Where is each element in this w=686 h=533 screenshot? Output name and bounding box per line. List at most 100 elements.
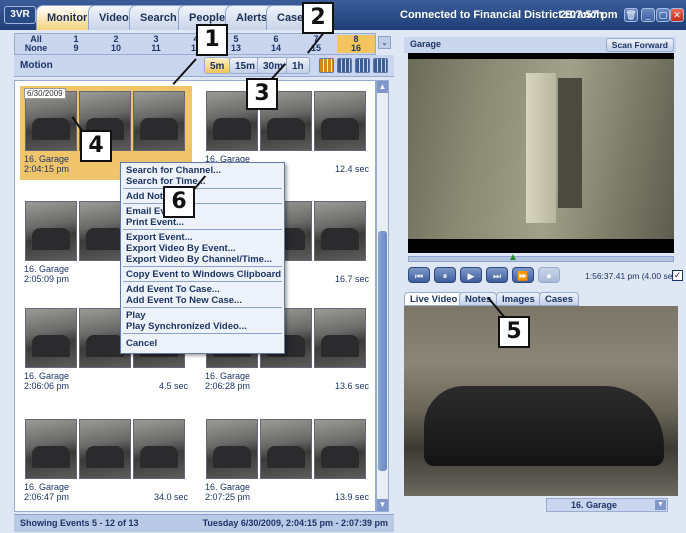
event-thumbnail bbox=[79, 419, 131, 479]
event-thumbnail bbox=[25, 91, 77, 151]
event-channel: 16. Garage bbox=[24, 154, 70, 164]
playback-timeline[interactable] bbox=[408, 256, 674, 262]
live-camera-selector[interactable]: 16. Garage ▼ bbox=[546, 498, 668, 512]
live-button[interactable]: ⏺ bbox=[538, 267, 560, 283]
event-card[interactable]: 16. Garage 2:06:47 pm 34.0 sec bbox=[20, 414, 192, 508]
event-channel: 16. Garage bbox=[24, 482, 70, 492]
live-video-car bbox=[424, 386, 664, 466]
chevron-down-icon[interactable]: ▼ bbox=[655, 500, 666, 510]
close-button[interactable]: ✕ bbox=[670, 8, 684, 22]
live-video[interactable] bbox=[404, 306, 678, 496]
channel-bottom-label: 9 bbox=[73, 43, 79, 53]
channel-bottom-label: None bbox=[24, 43, 48, 53]
motion-label: Motion bbox=[20, 60, 53, 71]
timeline-marker-icon[interactable]: ▲ bbox=[508, 252, 518, 263]
event-thumbnail bbox=[133, 91, 185, 151]
menu-separator bbox=[123, 266, 282, 267]
event-time: 2:06:06 pm bbox=[24, 381, 70, 391]
playback-time: 1:56:37.41 pm (4.00 sec) bbox=[585, 271, 680, 281]
event-count: Showing Events 5 - 12 of 13 bbox=[20, 518, 139, 528]
tab-cases-right[interactable]: Cases bbox=[539, 292, 579, 306]
menu-print-event[interactable]: Print Event... bbox=[126, 217, 184, 228]
event-thumbnail bbox=[206, 419, 258, 479]
channel-bottom-label: 10 bbox=[110, 43, 121, 53]
menu-cancel[interactable]: Cancel bbox=[126, 338, 157, 349]
event-card[interactable]: 16. Garage 2:07:25 pm 13.9 sec bbox=[201, 414, 373, 508]
callout-2: 2 bbox=[302, 2, 334, 34]
chevron-down-icon[interactable]: ▼ bbox=[377, 499, 388, 511]
menu-separator bbox=[123, 333, 282, 334]
garage-pillar bbox=[526, 73, 556, 223]
play-button[interactable]: ▶ bbox=[460, 267, 482, 283]
duration-5m-button[interactable]: 5m bbox=[204, 57, 231, 74]
callout-1: 1 bbox=[196, 24, 228, 56]
menu-play-synchronized[interactable]: Play Synchronized Video... bbox=[126, 321, 247, 332]
callout-6: 6 bbox=[163, 186, 195, 218]
event-time: 2:06:47 pm bbox=[24, 492, 70, 502]
event-thumbnail bbox=[25, 419, 77, 479]
grid-layout-1-icon[interactable] bbox=[319, 58, 334, 73]
event-thumbnail bbox=[25, 308, 77, 368]
channel-3-11[interactable]: 3 11 bbox=[137, 35, 175, 53]
channel-bottom-label: 11 bbox=[151, 43, 161, 53]
menu-play[interactable]: Play bbox=[126, 310, 146, 321]
top-bar: 3VR Monitor Video Search People Alerts C… bbox=[0, 0, 686, 30]
video-panel: Garage Scan Forward ▲ ⏮ ⏸ ▶ ⏭ ⏩ ⏺ 1:56:3… bbox=[396, 30, 686, 533]
event-duration: 13.6 sec bbox=[334, 381, 369, 391]
event-time: 2:05:09 pm bbox=[24, 274, 70, 284]
pause-button[interactable]: ⏸ bbox=[434, 267, 456, 283]
minimize-button[interactable]: _ bbox=[641, 8, 655, 22]
callout-5: 5 bbox=[498, 316, 530, 348]
channel-6-14[interactable]: 6 14 bbox=[257, 35, 295, 53]
menu-export-video-channel[interactable]: Export Video By Channel/Time... bbox=[126, 254, 272, 265]
tab-images[interactable]: Images bbox=[496, 292, 541, 306]
playback-header: Garage Scan Forward bbox=[404, 37, 676, 53]
trash-icon[interactable]: 🗑 bbox=[624, 8, 638, 22]
skip-forward-button[interactable]: ⏭ bbox=[486, 267, 508, 283]
menu-export-video-event[interactable]: Export Video By Event... bbox=[126, 243, 236, 254]
app-logo: 3VR bbox=[4, 6, 36, 24]
restore-button[interactable]: ▢ bbox=[656, 8, 670, 22]
menu-export-event[interactable]: Export Event... bbox=[126, 232, 193, 243]
event-thumbnail bbox=[314, 91, 366, 151]
scan-forward-button[interactable]: Scan Forward bbox=[605, 38, 674, 52]
live-camera-name: 16. Garage bbox=[571, 500, 618, 510]
fast-forward-button[interactable]: ⏩ bbox=[512, 267, 534, 283]
channel-2-10[interactable]: 2 10 bbox=[97, 35, 135, 53]
event-duration: 13.9 sec bbox=[334, 492, 369, 502]
events-scrollbar[interactable]: ▲ ▼ bbox=[376, 80, 389, 512]
sync-checkbox[interactable]: ✓ bbox=[672, 270, 683, 281]
channel-all-none[interactable]: All None bbox=[17, 35, 55, 53]
chevron-down-icon[interactable]: ⌄ bbox=[378, 36, 391, 49]
clock: 2:07:57 pm bbox=[560, 9, 618, 21]
channel-1-9[interactable]: 19 bbox=[57, 35, 95, 53]
menu-copy-clipboard[interactable]: Copy Event to Windows Clipboard bbox=[126, 269, 281, 280]
grid-layout-3-icon[interactable] bbox=[355, 58, 370, 73]
scrollbar-thumb[interactable] bbox=[378, 231, 387, 471]
menu-add-to-new-case[interactable]: Add Event To New Case... bbox=[126, 295, 242, 306]
event-time: 2:07:25 pm bbox=[205, 492, 251, 502]
event-duration: 4.5 sec bbox=[158, 381, 188, 391]
event-duration: 12.4 sec bbox=[334, 164, 369, 174]
grid-layout-2-icon[interactable] bbox=[337, 58, 352, 73]
grid-layout-4-icon[interactable] bbox=[373, 58, 388, 73]
menu-search-channel[interactable]: Search for Channel... bbox=[126, 165, 221, 176]
playback-video[interactable] bbox=[408, 53, 674, 253]
event-thumbnail bbox=[260, 419, 312, 479]
menu-add-to-case[interactable]: Add Event To Case... bbox=[126, 284, 220, 295]
callout-4: 4 bbox=[80, 130, 112, 162]
event-channel: 16. Garage bbox=[205, 371, 251, 381]
event-channel: 16. Garage bbox=[205, 482, 251, 492]
chevron-up-icon[interactable]: ▲ bbox=[377, 81, 388, 93]
event-thumbnail bbox=[133, 419, 185, 479]
tab-live-video[interactable]: Live Video bbox=[404, 292, 464, 306]
skip-back-button[interactable]: ⏮ bbox=[408, 267, 430, 283]
event-time: 2:04:15 pm bbox=[24, 164, 70, 174]
event-channel: 16. Garage bbox=[24, 264, 70, 274]
channel-bottom-label: 14 bbox=[270, 43, 281, 53]
channel-8-16[interactable]: 8 16 bbox=[337, 35, 375, 53]
event-duration: 16.7 sec bbox=[334, 274, 369, 284]
menu-separator bbox=[123, 281, 282, 282]
event-time: 2:06:28 pm bbox=[205, 381, 251, 391]
duration-1h-button[interactable]: 1h bbox=[286, 57, 310, 74]
